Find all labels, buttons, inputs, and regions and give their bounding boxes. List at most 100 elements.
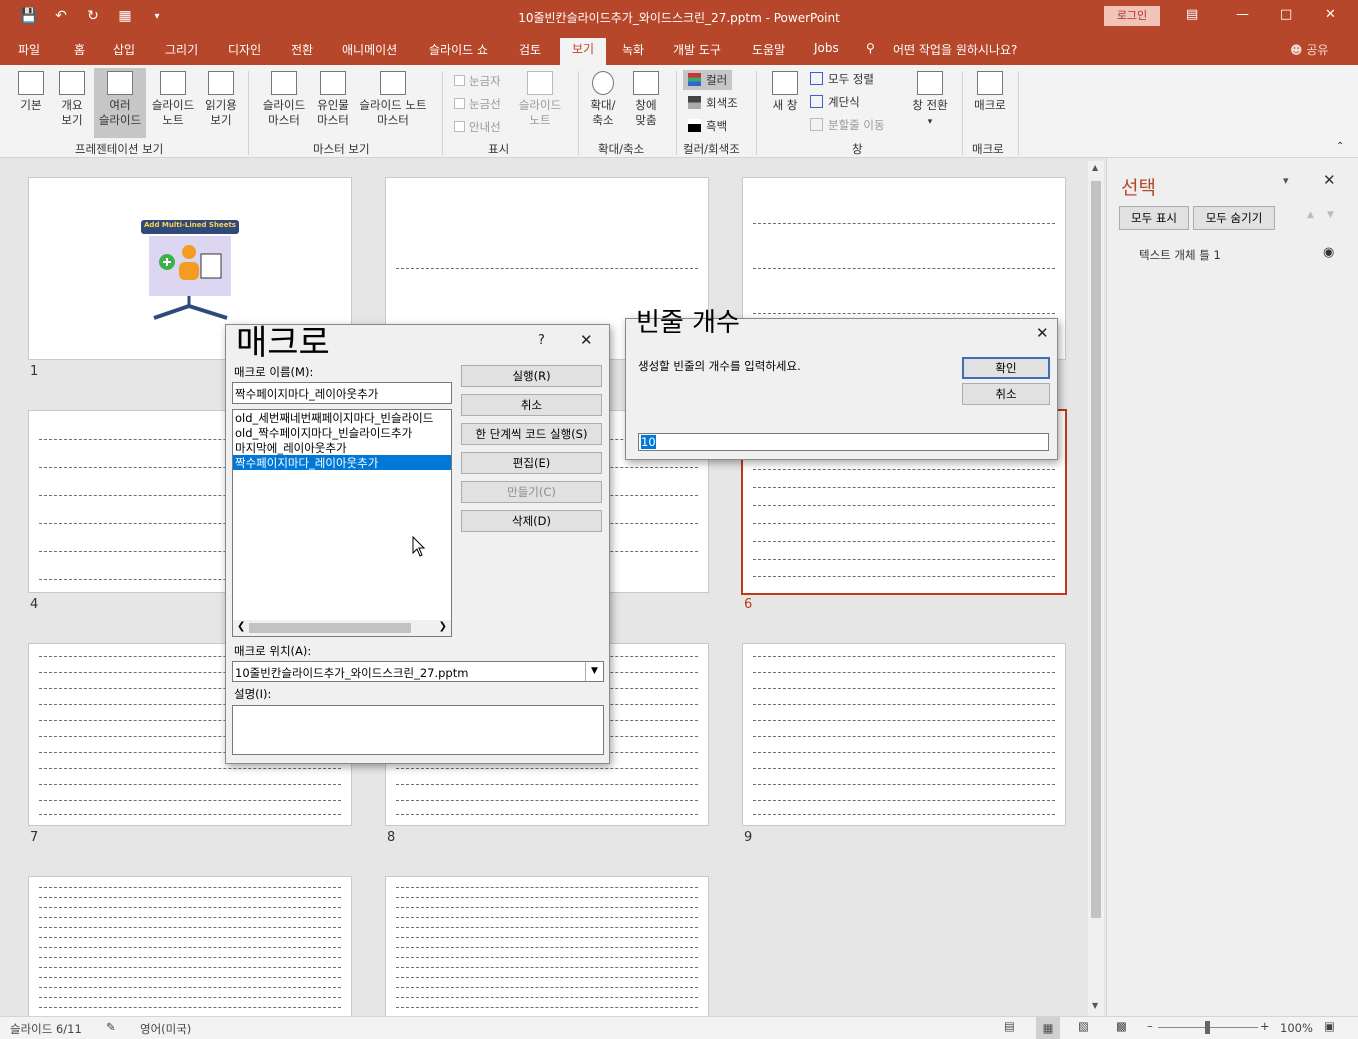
step-into-button[interactable]: 한 단계씩 코드 실행(S) — [461, 423, 602, 445]
horizontal-scrollbar[interactable]: ❮ ❯ — [233, 620, 451, 636]
tab-developer[interactable]: 개발 도구 — [673, 41, 721, 58]
macro-name-input[interactable]: 짝수페이지마다_레이아웃추가 — [232, 382, 452, 404]
gridlines-checkbox[interactable]: 눈금선 — [454, 96, 501, 112]
slideshow-status-icon[interactable]: ▩ — [1116, 1019, 1127, 1033]
chevron-down-icon[interactable]: ▼ — [585, 662, 603, 681]
slide-sorter-button[interactable]: 여러 슬라이드 — [94, 68, 146, 138]
tab-design[interactable]: 디자인 — [228, 41, 261, 58]
tab-insert[interactable]: 삽입 — [113, 41, 135, 58]
scroll-left-icon[interactable]: ❮ — [237, 621, 245, 632]
slide-thumbnail-10[interactable] — [28, 876, 352, 1016]
pane-options-icon[interactable]: ▾ — [1283, 174, 1289, 187]
list-item[interactable]: 마지막에_레이아웃추가 — [233, 440, 451, 455]
new-window-button[interactable]: 새 창 — [766, 71, 804, 113]
scroll-up-icon[interactable]: ▲ — [1092, 163, 1098, 172]
bring-forward-icon[interactable]: ▲ — [1307, 210, 1314, 220]
edit-button[interactable]: 편집(E) — [461, 452, 602, 474]
list-item[interactable]: old_짝수페이지마다_빈슬라이드추가 — [233, 425, 451, 440]
outline-view-button[interactable]: 개요 보기 — [52, 71, 92, 128]
run-button[interactable]: 실행(R) — [461, 365, 602, 387]
tab-review[interactable]: 검토 — [519, 41, 541, 58]
title-bar: 💾 ↶ ↻ ▦ ▾ 10줄빈칸슬라이드추가_와이드스크린_27.pptm - P… — [0, 0, 1358, 34]
slide-thumbnail-11[interactable] — [385, 876, 709, 1016]
notes-page-button[interactable]: 슬라이드 노트 — [147, 71, 199, 128]
tell-me-box[interactable]: 어떤 작업을 원하시나요? — [893, 41, 1017, 58]
ruler-checkbox[interactable]: 눈금자 — [454, 73, 501, 89]
outline-view-icon — [59, 71, 85, 95]
color-button[interactable]: 컬러 — [683, 70, 733, 90]
scroll-down-icon[interactable]: ▼ — [1092, 1001, 1098, 1010]
zoom-slider-thumb[interactable] — [1205, 1021, 1210, 1034]
move-split-button[interactable]: 분할줄 이동 — [810, 117, 885, 133]
tab-transitions[interactable]: 전환 — [291, 41, 313, 58]
dashed-line — [396, 784, 698, 785]
list-item-selected[interactable]: 짝수페이지마다_레이아웃추가 — [233, 455, 451, 470]
slide-master-button[interactable]: 슬라이드 마스터 — [256, 71, 312, 128]
tab-file[interactable]: 파일 — [18, 41, 40, 58]
zoom-out-icon[interactable]: – — [1147, 1019, 1153, 1033]
notes-button[interactable]: 슬라이드 노트 — [514, 71, 566, 128]
macros-button[interactable]: 매크로 — [968, 71, 1012, 113]
fit-to-window-button[interactable]: 창에 맞춤 — [626, 71, 666, 128]
fit-slide-icon[interactable]: ▣ — [1324, 1019, 1335, 1033]
tab-view[interactable]: 보기 — [560, 38, 607, 65]
input-cancel-button[interactable]: 취소 — [962, 383, 1050, 405]
slide-thumbnail-9[interactable] — [742, 643, 1066, 826]
tab-draw[interactable]: 그리기 — [165, 41, 198, 58]
zoom-in-icon[interactable]: + — [1260, 1019, 1270, 1033]
switch-windows-button[interactable]: 창 전환 ▾ — [906, 71, 954, 130]
send-backward-icon[interactable]: ▼ — [1327, 210, 1334, 220]
pane-close-icon[interactable]: ✕ — [1323, 171, 1336, 189]
tab-jobs[interactable]: Jobs — [814, 41, 839, 55]
delete-button[interactable]: 삭제(D) — [461, 510, 602, 532]
cascade-button[interactable]: 계단식 — [810, 94, 860, 110]
hscroll-thumb[interactable] — [249, 623, 411, 633]
share-button[interactable]: ☻ 공유 — [1290, 41, 1328, 58]
scroll-right-icon[interactable]: ❯ — [439, 621, 447, 632]
tab-help[interactable]: 도움말 — [752, 41, 785, 58]
input-dialog-close-icon[interactable]: ✕ — [1036, 324, 1049, 342]
slide-sorter-status-icon[interactable]: ▦ — [1036, 1017, 1060, 1039]
selection-item[interactable]: 텍스트 개체 틀 1 — [1139, 247, 1221, 263]
tab-slideshow[interactable]: 슬라이드 쇼 — [429, 41, 488, 58]
minimize-icon[interactable]: — — [1236, 7, 1249, 22]
eye-icon[interactable]: ◉ — [1323, 245, 1334, 260]
black-white-button[interactable]: 흑백 — [688, 118, 727, 134]
macro-location-select[interactable]: 10줄빈칸슬라이드추가_와이드스크린_27.pptm ▼ — [232, 661, 604, 682]
normal-view-button[interactable]: 기본 — [12, 71, 50, 113]
notes-master-button[interactable]: 슬라이드 노트 마스터 — [354, 71, 432, 128]
zoom-level[interactable]: 100% — [1280, 1021, 1313, 1035]
arrange-all-button[interactable]: 모두 정렬 — [810, 71, 874, 87]
close-icon[interactable]: ✕ — [1325, 7, 1336, 22]
spellcheck-icon[interactable]: ✎ — [106, 1020, 116, 1034]
handout-master-button[interactable]: 유인물 마스터 — [312, 71, 354, 128]
reading-view-button[interactable]: 읽기용 보기 — [200, 71, 242, 128]
zoom-button[interactable]: 확대/ 축소 — [584, 71, 622, 128]
macro-list[interactable]: old_세번째네번째페이지마다_빈슬라이드 old_짝수페이지마다_빈슬라이드추… — [232, 409, 452, 637]
create-button[interactable]: 만들기(C) — [461, 481, 602, 503]
normal-view-status-icon[interactable]: ▤ — [1004, 1019, 1015, 1033]
tab-recording[interactable]: 녹화 — [622, 41, 644, 58]
tab-animations[interactable]: 애니메이션 — [342, 41, 397, 58]
maximize-icon[interactable]: □ — [1280, 7, 1292, 22]
help-icon[interactable]: ? — [538, 333, 545, 348]
show-all-button[interactable]: 모두 표시 — [1119, 206, 1189, 230]
grayscale-button[interactable]: 회색조 — [688, 95, 738, 111]
tab-home[interactable]: 홈 — [74, 41, 85, 58]
ribbon-display-icon[interactable]: ▤ — [1186, 7, 1198, 22]
macro-dialog-close-icon[interactable]: ✕ — [580, 331, 593, 349]
cancel-button[interactable]: 취소 — [461, 394, 602, 416]
hide-all-button[interactable]: 모두 숨기기 — [1193, 206, 1275, 230]
checkbox-icon — [454, 98, 465, 109]
login-button[interactable]: 로그인 — [1104, 6, 1160, 26]
vertical-scrollbar[interactable]: ▲ ▼ — [1088, 161, 1104, 1016]
scrollbar-thumb[interactable] — [1091, 181, 1101, 918]
reading-view-status-icon[interactable]: ▧ — [1078, 1019, 1089, 1033]
guides-checkbox[interactable]: 안내선 — [454, 119, 501, 135]
collapse-ribbon-icon[interactable]: ⌃ — [1336, 141, 1344, 152]
list-item[interactable]: old_세번째네번째페이지마다_빈슬라이드 — [233, 410, 451, 425]
line-count-input[interactable]: 10 — [638, 433, 1049, 451]
language-indicator[interactable]: 영어(미국) — [140, 1021, 191, 1037]
ok-button[interactable]: 확인 — [962, 357, 1050, 379]
group-label-window: 창 — [852, 142, 863, 156]
